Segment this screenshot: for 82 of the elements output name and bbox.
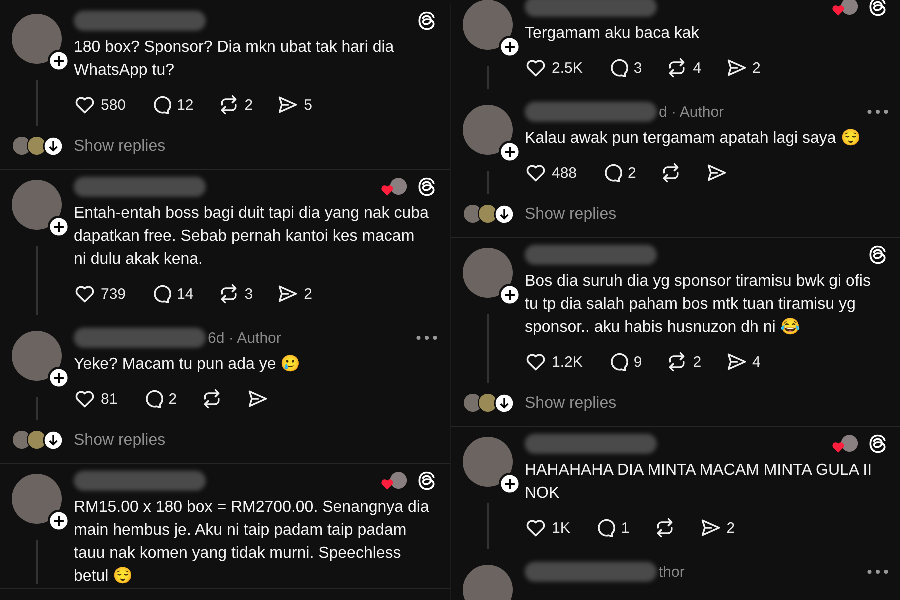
heart-icon[interactable] bbox=[525, 351, 547, 373]
follow-plus-icon[interactable] bbox=[48, 50, 70, 72]
post-meta: d · Author bbox=[659, 104, 724, 120]
more-options-icon[interactable] bbox=[867, 569, 889, 575]
send-icon[interactable] bbox=[706, 162, 728, 184]
post-text: Kalau awak pun tergamam apatah lagi saya 😌 bbox=[525, 128, 862, 149]
threads-logo-icon[interactable] bbox=[416, 176, 438, 198]
follow-plus-icon[interactable] bbox=[499, 36, 521, 58]
heart-icon[interactable] bbox=[74, 94, 96, 116]
show-replies-link[interactable]: Show replies bbox=[525, 394, 617, 412]
follow-plus-icon[interactable] bbox=[499, 473, 521, 495]
action-count: 1.2K bbox=[552, 354, 583, 370]
more-options-icon[interactable] bbox=[416, 335, 438, 341]
threads-logo-icon[interactable] bbox=[416, 10, 438, 32]
avatar-photo-placeholder[interactable] bbox=[12, 474, 62, 524]
action-count: 3 bbox=[244, 286, 254, 302]
threads-logo-icon[interactable] bbox=[867, 433, 889, 455]
follow-plus-icon[interactable] bbox=[48, 367, 70, 389]
show-replies-link[interactable]: Show replies bbox=[74, 138, 166, 156]
action-count: 2 bbox=[244, 96, 254, 114]
avatar-photo-placeholder[interactable] bbox=[12, 331, 62, 381]
avatar-photo-placeholder[interactable] bbox=[463, 0, 513, 50]
action-count: 2 bbox=[752, 60, 761, 76]
author-liked-icon bbox=[831, 434, 859, 454]
action-count: 4 bbox=[752, 354, 761, 370]
action-count: 2.5K bbox=[552, 60, 583, 76]
follow-plus-icon[interactable] bbox=[499, 141, 521, 163]
author-liked-icon bbox=[380, 470, 408, 492]
threads-logo-icon[interactable] bbox=[416, 470, 438, 492]
avatar-photo-placeholder[interactable] bbox=[463, 248, 513, 298]
heart-icon[interactable] bbox=[74, 388, 96, 410]
action-count: 12 bbox=[177, 96, 194, 114]
heart-icon[interactable] bbox=[525, 162, 547, 184]
action-count: 739 bbox=[101, 286, 126, 302]
avatar-photo-placeholder[interactable] bbox=[12, 180, 62, 230]
heart-icon[interactable] bbox=[74, 283, 96, 305]
post-text: Yeke? Macam tu pun ada ye 🥲 bbox=[74, 354, 302, 375]
show-replies-link[interactable]: Show replies bbox=[74, 432, 166, 450]
post-text: 180 box? Sponsor? Dia mkn ubat tak hari dia WhatsApp tu? bbox=[74, 38, 396, 81]
action-count: 2 bbox=[304, 286, 312, 302]
action-count: 2 bbox=[726, 520, 736, 536]
author-liked-icon bbox=[380, 176, 408, 198]
action-count: 488 bbox=[552, 164, 578, 182]
action-count: 2 bbox=[693, 354, 702, 370]
post-text: Entah-entah boss bagi duit tapi dia yang nak cuba dapatkan free. Sebab pernah kantoi kes macam ni dulu akak kena. bbox=[74, 204, 430, 270]
post-text: Tergamam aku baca kak bbox=[525, 24, 700, 44]
send-icon[interactable] bbox=[277, 94, 300, 116]
action-count: 14 bbox=[177, 286, 194, 302]
action-count: 9 bbox=[634, 354, 642, 370]
action-count: 1 bbox=[621, 520, 630, 536]
heart-icon[interactable] bbox=[525, 57, 547, 79]
mini-avatar-placeholder bbox=[463, 393, 483, 413]
avatar-photo-placeholder[interactable] bbox=[12, 14, 62, 64]
send-icon[interactable] bbox=[726, 57, 748, 79]
send-icon[interactable] bbox=[726, 351, 748, 373]
action-count: 580 bbox=[101, 96, 126, 114]
post-meta: 6d · Author bbox=[208, 330, 282, 346]
follow-plus-icon[interactable] bbox=[48, 510, 70, 532]
action-count: 5 bbox=[304, 96, 312, 114]
follow-plus-icon[interactable] bbox=[48, 216, 70, 238]
action-count: 3 bbox=[634, 60, 642, 76]
send-icon[interactable] bbox=[277, 283, 300, 305]
send-icon[interactable] bbox=[247, 388, 270, 410]
heart-icon[interactable] bbox=[525, 517, 547, 539]
action-count: 4 bbox=[693, 60, 702, 76]
author-liked-icon bbox=[831, 0, 859, 18]
post-text: RM15.00 x 180 box = RM2700.00. Senangnya dia main hembus je. Aku ni taip padam taip padam tauu nak komen yang tidak murni. Speechless betul 😌 bbox=[74, 498, 430, 587]
more-options-icon[interactable] bbox=[867, 109, 889, 115]
action-count: 1K bbox=[552, 520, 570, 536]
threads-logo-icon[interactable] bbox=[867, 244, 889, 266]
action-count: 81 bbox=[101, 390, 118, 408]
follow-plus-icon[interactable] bbox=[499, 284, 521, 306]
action-count: 2 bbox=[628, 164, 636, 182]
post-meta: thor bbox=[659, 564, 685, 580]
send-icon[interactable] bbox=[700, 517, 722, 539]
avatar-photo-placeholder[interactable] bbox=[463, 105, 513, 155]
post-text: HAHAHAHA DIA MINTA MACAM MINTA GULA II NOK bbox=[525, 461, 874, 504]
show-replies-link[interactable]: Show replies bbox=[525, 206, 617, 224]
threads-logo-icon[interactable] bbox=[867, 0, 889, 18]
action-count: 2 bbox=[168, 390, 178, 408]
avatar-photo-placeholder[interactable] bbox=[463, 437, 513, 487]
post-text: Bos dia suruh dia yg sponsor tiramisu bwk gi ofis tu tp dia salah paham bos mtk tuan tiramisu yg sponsor.. aku habis husnuzon dh ni 😂 bbox=[525, 272, 872, 338]
